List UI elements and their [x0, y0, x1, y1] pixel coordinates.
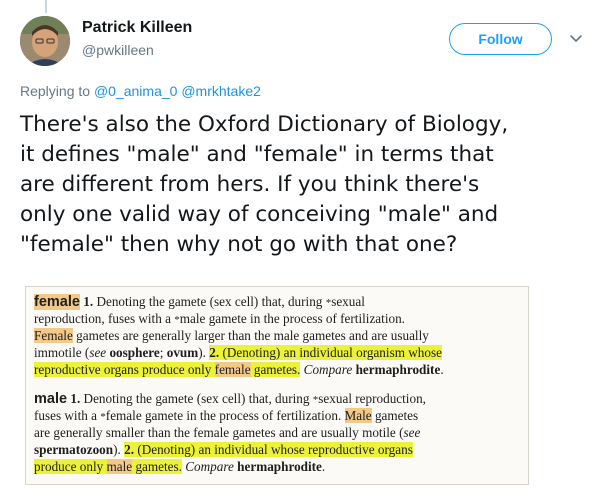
definition-text: gametes — [371, 408, 419, 423]
entry-line: fuses with a *female gamete in the proce… — [34, 407, 426, 424]
dictionary-entry-male: male 1. Denoting the gamete (sex cell) t… — [34, 390, 426, 475]
sense-number: 1. — [70, 391, 81, 406]
sense-number: 2. — [124, 442, 135, 457]
cross-ref-term: oosphere — [109, 345, 160, 360]
entry-line: are generally smaller than the female ga… — [34, 424, 426, 441]
follow-button[interactable]: Follow — [449, 23, 552, 55]
entry-line: male 1. Denoting the gamete (sex cell) t… — [34, 390, 426, 407]
entry-line: female 1. Denoting the gamete (sex cell)… — [34, 293, 444, 310]
tweet-text-line: "female" then why not go with that one? — [20, 232, 458, 257]
definition-text: immotile ( — [34, 345, 90, 360]
avatar[interactable] — [20, 16, 70, 66]
definition-text: . — [440, 362, 444, 377]
definition-text: ). — [113, 442, 125, 457]
entry-line: immotile (see oosphere; ovum). 2. (Denot… — [34, 344, 444, 361]
definition-text: reproduction, fuses with a — [34, 311, 175, 326]
highlighted-text: reproductive organs produce only — [34, 362, 215, 377]
tweet-text-line: are different from hers. If you think th… — [20, 172, 480, 197]
entry-line: reproduction, fuses with a *male gamete … — [34, 310, 444, 327]
highlighted-word: female — [214, 362, 251, 377]
chevron-down-icon[interactable] — [566, 28, 586, 48]
cross-ref-term: spermatozoon — [34, 442, 114, 457]
tweet-text-line: only one valid way of conceiving "male" … — [20, 202, 499, 227]
tweet-text-line: it defines "male" and "female" in terms … — [20, 142, 494, 167]
mention-link[interactable]: @0_anima_0 — [94, 83, 178, 99]
sense-number: 2. — [209, 345, 220, 360]
attached-dictionary-image[interactable]: female 1. Denoting the gamete (sex cell)… — [25, 286, 529, 485]
compare-label: Compare — [181, 459, 238, 474]
author-handle[interactable]: @pwkilleen — [82, 42, 154, 58]
replying-to-line: Replying to @0_anima_0 @mrkhtake2 — [20, 83, 261, 99]
headword: male — [34, 391, 68, 407]
headword: female — [34, 294, 80, 310]
sense-number: 1. — [83, 294, 94, 309]
replying-to-label: Replying to — [20, 83, 91, 99]
tweet-text-line: There's also the Oxford Dictionary of Bi… — [20, 112, 509, 137]
entry-line: Female gametes are generally larger than… — [34, 327, 444, 344]
highlighted-text: gametes. — [132, 459, 182, 474]
highlighted-text: (Denoting) an individual whose reproduct… — [134, 442, 413, 457]
mention-link[interactable]: @mrkhtake2 — [181, 83, 261, 99]
definition-text: Denoting the gamete (sex cell) that, dur… — [93, 294, 326, 309]
definition-text: male gamete in the process of fertilizat… — [179, 311, 405, 326]
dictionary-entry-female: female 1. Denoting the gamete (sex cell)… — [34, 293, 444, 378]
highlighted-word: Male — [344, 408, 372, 423]
avatar-photo-icon — [20, 16, 70, 66]
definition-text: female gamete in the process of fertiliz… — [105, 408, 345, 423]
definition-text: ). — [198, 345, 210, 360]
cross-ref-term: hermaphrodite — [355, 362, 441, 377]
definition-text: are generally smaller than the female ga… — [34, 425, 404, 440]
highlighted-text: (Denoting) an individual organism whose — [219, 345, 442, 360]
entry-line: reproductive organs produce only female … — [34, 361, 444, 378]
thread-connector-line — [45, 0, 47, 13]
highlighted-text: gametes. — [250, 362, 301, 377]
cross-ref-term: ovum — [166, 345, 199, 360]
definition-text: . — [321, 459, 326, 474]
definition-text: ; — [159, 345, 167, 360]
author-name[interactable]: Patrick Killeen — [82, 19, 192, 37]
highlighted-word: male — [106, 459, 133, 474]
definition-text: sexual — [331, 294, 365, 309]
definition-text: fuses with a — [34, 408, 101, 423]
definition-text: gametes are generally larger than the ma… — [72, 328, 429, 343]
highlighted-text: produce only — [34, 459, 107, 474]
definition-text: sexual reproduction, — [318, 391, 426, 406]
entry-line: produce only male gametes. Compare herma… — [34, 458, 426, 475]
tweet-text: There's also the Oxford Dictionary of Bi… — [20, 110, 605, 260]
see-label: see — [403, 425, 421, 440]
definition-text: Denoting the gamete (sex cell) that, dur… — [80, 391, 313, 406]
see-label: see — [89, 345, 107, 360]
entry-line: spermatozoon). 2. (Denoting) an individu… — [34, 441, 426, 458]
cross-ref-term: hermaphrodite — [237, 459, 322, 474]
compare-label: Compare — [300, 362, 356, 377]
highlighted-word: Female — [34, 328, 73, 343]
